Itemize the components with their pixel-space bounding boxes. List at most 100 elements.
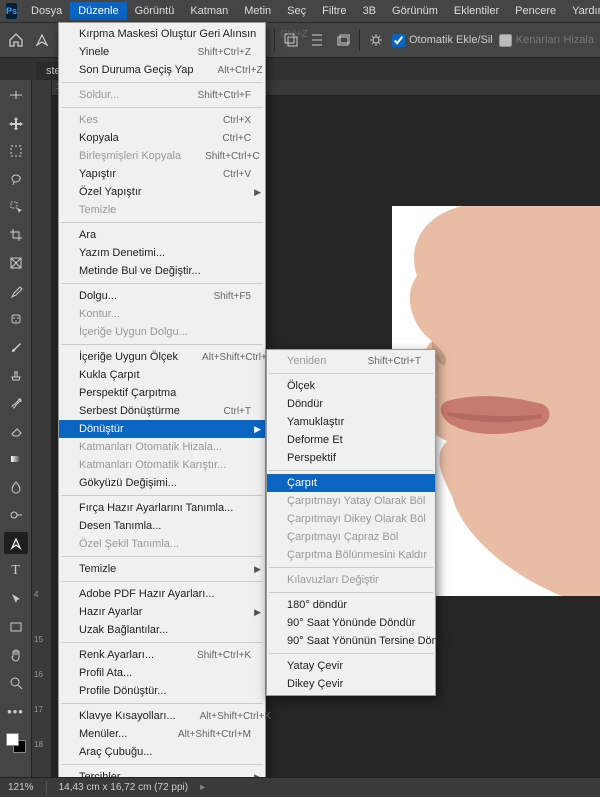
lasso-tool[interactable] — [4, 168, 28, 190]
ruler-tick: 16 — [34, 670, 43, 679]
edit-menu-item[interactable]: Temizle▶ — [59, 560, 265, 578]
menu-item-label: Profile Dönüştür... — [79, 685, 166, 697]
eraser-tool[interactable] — [4, 420, 28, 442]
zoom-level[interactable]: 121% — [8, 782, 34, 793]
menubar-item-görüntü[interactable]: Görüntü — [127, 2, 183, 20]
gear-icon[interactable] — [366, 30, 386, 50]
edit-menu-item[interactable]: Profile Dönüştür... — [59, 682, 265, 700]
edit-menu-item[interactable]: Kırpma Maskesi Oluştur Geri AlınsınCtrl+… — [59, 25, 265, 43]
edit-menu-item[interactable]: Profil Ata... — [59, 664, 265, 682]
menubar-item-katman[interactable]: Katman — [182, 2, 236, 20]
chevron-right-icon[interactable]: ▸ — [200, 782, 205, 793]
edit-menu-item[interactable]: Yazım Denetimi... — [59, 244, 265, 262]
edit-menu-item[interactable]: Ara — [59, 226, 265, 244]
edit-menu-item[interactable]: Fırça Hazır Ayarlarını Tanımla... — [59, 499, 265, 517]
edit-menu[interactable]: Kırpma Maskesi Oluştur Geri AlınsınCtrl+… — [58, 22, 266, 789]
rectangle-tool[interactable] — [4, 616, 28, 638]
pen-tool-icon[interactable] — [32, 30, 52, 50]
transform-menu-item: Çarpıtmayı Yatay Olarak Böl — [267, 492, 435, 510]
transform-menu-item[interactable]: 90° Saat Yönünde Döndür — [267, 614, 435, 632]
transform-menu-item[interactable]: Döndür — [267, 395, 435, 413]
arrange-icon[interactable] — [333, 30, 353, 50]
edit-menu-item: KesCtrl+X — [59, 111, 265, 129]
menubar-item-pencere[interactable]: Pencere — [507, 2, 564, 20]
edit-menu-item[interactable]: Araç Çubuğu... — [59, 743, 265, 761]
menu-item-label: Yatay Çevir — [287, 660, 343, 672]
auto-add-delete-checkbox[interactable]: Otomatik Ekle/Sil — [392, 34, 493, 47]
clone-stamp-tool[interactable] — [4, 364, 28, 386]
edit-menu-item[interactable]: Menüler...Alt+Shift+Ctrl+M — [59, 725, 265, 743]
zoom-tool[interactable] — [4, 672, 28, 694]
transform-menu-item[interactable]: Yamuklaştır — [267, 413, 435, 431]
gradient-tool[interactable] — [4, 448, 28, 470]
menubar-item-3b[interactable]: 3B — [355, 2, 384, 20]
edit-toolbar-icon[interactable]: ••• — [4, 700, 28, 722]
menubar-item-metin[interactable]: Metin — [236, 2, 279, 20]
align-edges-checkbox[interactable]: Kenarları Hizala — [499, 34, 594, 47]
hand-tool[interactable] — [4, 644, 28, 666]
menubar-item-seç[interactable]: Seç — [279, 2, 314, 20]
menu-item-label: Dolgu... — [79, 290, 117, 302]
eyedropper-tool[interactable] — [4, 280, 28, 302]
move-tool[interactable] — [4, 112, 28, 134]
menubar-item-eklentiler[interactable]: Eklentiler — [446, 2, 507, 20]
edit-menu-item[interactable]: Uzak Bağlantılar... — [59, 621, 265, 639]
edit-menu-item: Katmanları Otomatik Hizala... — [59, 438, 265, 456]
transform-menu-item[interactable]: Deforme Et — [267, 431, 435, 449]
healing-brush-tool[interactable] — [4, 308, 28, 330]
edit-menu-item[interactable]: Özel Yapıştır▶ — [59, 183, 265, 201]
pen-tool[interactable] — [4, 532, 28, 554]
menubar-item-görünüm[interactable]: Görünüm — [384, 2, 446, 20]
menu-item-label: İçeriğe Uygun Dolgu... — [79, 326, 188, 338]
frame-tool[interactable] — [4, 252, 28, 274]
blur-tool[interactable] — [4, 476, 28, 498]
edit-menu-item[interactable]: KopyalaCtrl+C — [59, 129, 265, 147]
menu-item-label: Çarpıt — [287, 477, 317, 489]
quick-select-tool[interactable] — [4, 196, 28, 218]
history-brush-tool[interactable] — [4, 392, 28, 414]
transform-menu-item[interactable]: Dikey Çevir — [267, 675, 435, 693]
transform-menu-item[interactable]: 90° Saat Yönünün Tersine Döndür — [267, 632, 435, 650]
menu-item-label: Özel Şekil Tanımla... — [79, 538, 179, 550]
menubar-item-filtre[interactable]: Filtre — [314, 2, 354, 20]
transform-submenu[interactable]: YenidenShift+Ctrl+TÖlçekDöndürYamuklaştı… — [266, 349, 436, 696]
edit-menu-item[interactable]: Metinde Bul ve Değiştir... — [59, 262, 265, 280]
menu-item-label: Özel Yapıştır — [79, 186, 142, 198]
edit-menu-item[interactable]: Gökyüzü Değişimi... — [59, 474, 265, 492]
home-icon[interactable] — [6, 30, 26, 50]
document-info: 14,43 cm x 16,72 cm (72 ppi) — [59, 782, 189, 793]
edit-menu-item[interactable]: Klavye Kısayolları...Alt+Shift+Ctrl+K — [59, 707, 265, 725]
brush-tool[interactable] — [4, 336, 28, 358]
transform-menu-item[interactable]: Yatay Çevir — [267, 657, 435, 675]
menubar-item-yardım[interactable]: Yardım — [564, 2, 600, 20]
edit-menu-item[interactable]: Son Duruma Geçiş YapAlt+Ctrl+Z — [59, 61, 265, 79]
menubar-item-dosya[interactable]: Dosya — [23, 2, 70, 20]
crop-tool[interactable] — [4, 224, 28, 246]
edit-menu-item[interactable]: Kukla Çarpıt — [59, 366, 265, 384]
edit-menu-item[interactable]: Hazır Ayarlar▶ — [59, 603, 265, 621]
color-swatches[interactable] — [4, 728, 28, 758]
menubar-item-düzenle[interactable]: Düzenle — [70, 2, 126, 20]
menu-item-label: Yeniden — [287, 355, 326, 367]
transform-menu-item[interactable]: 180° döndür — [267, 596, 435, 614]
edit-menu-item[interactable]: Desen Tanımla... — [59, 517, 265, 535]
edit-menu-item[interactable]: Serbest DönüştürmeCtrl+T — [59, 402, 265, 420]
edit-menu-item[interactable]: Dönüştür▶ — [59, 420, 265, 438]
edit-menu-item[interactable]: Dolgu...Shift+F5 — [59, 287, 265, 305]
edit-menu-item[interactable]: Perspektif Çarpıtma — [59, 384, 265, 402]
edit-menu-item[interactable]: Renk Ayarları...Shift+Ctrl+K — [59, 646, 265, 664]
edit-menu-item[interactable]: İçeriğe Uygun ÖlçekAlt+Shift+Ctrl+C — [59, 348, 265, 366]
transform-menu-item[interactable]: Perspektif — [267, 449, 435, 467]
transform-menu-item[interactable]: Ölçek — [267, 377, 435, 395]
edit-menu-item[interactable]: YapıştırCtrl+V — [59, 165, 265, 183]
marquee-tool[interactable] — [4, 140, 28, 162]
align-icon[interactable] — [307, 30, 327, 50]
dodge-tool[interactable] — [4, 504, 28, 526]
path-select-tool[interactable] — [4, 588, 28, 610]
handles-icon[interactable] — [4, 84, 28, 106]
edit-menu-item[interactable]: Adobe PDF Hazır Ayarları... — [59, 585, 265, 603]
transform-menu-item[interactable]: Çarpıt — [267, 474, 435, 492]
edit-menu-item[interactable]: YineleShift+Ctrl+Z — [59, 43, 265, 61]
menu-item-label: İçeriğe Uygun Ölçek — [79, 351, 178, 363]
type-tool[interactable]: T — [4, 560, 28, 582]
